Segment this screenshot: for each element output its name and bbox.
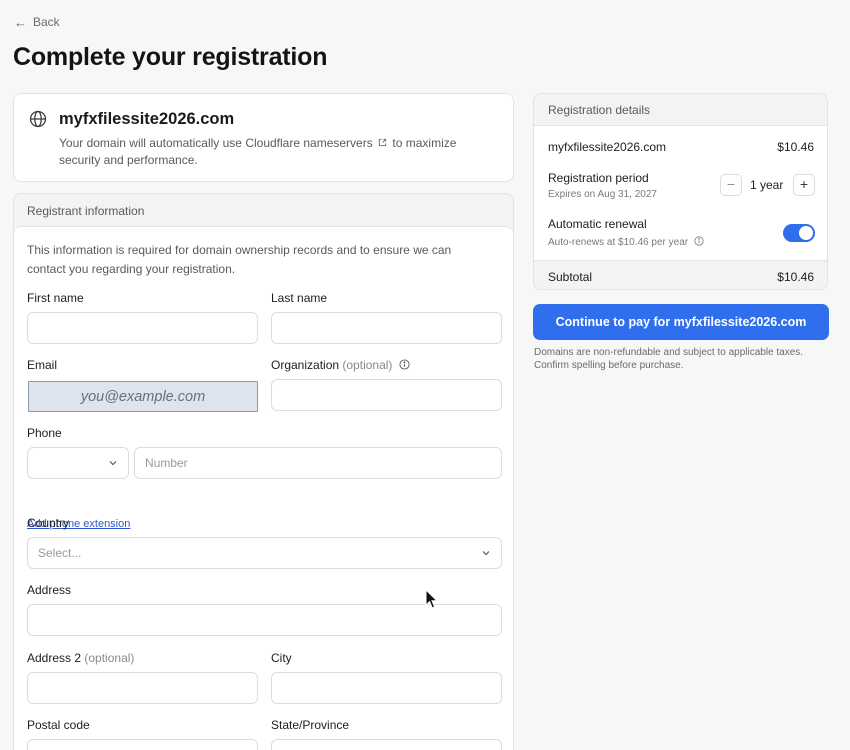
- email-label: Email: [27, 358, 58, 372]
- registrant-form: This information is required for domain …: [14, 226, 513, 750]
- expires-text: Expires on Aug 31, 2027: [548, 189, 657, 200]
- mouse-cursor-icon: [425, 589, 439, 609]
- decrease-period-button[interactable]: −: [720, 174, 742, 196]
- domain-card: myfxfilessite2026.com Your domain will a…: [13, 93, 514, 182]
- city-input[interactable]: [271, 672, 502, 704]
- details-body: myfxfilessite2026.com $10.46 Registratio…: [534, 125, 827, 261]
- organization-input[interactable]: [271, 379, 502, 411]
- domain-description: Your domain will automatically use Cloud…: [59, 135, 489, 169]
- globe-icon: [29, 110, 47, 128]
- state-input[interactable]: [271, 739, 502, 750]
- postal-code-input[interactable]: [27, 739, 258, 750]
- continue-to-pay-button[interactable]: Continue to pay for myfxfilessite2026.co…: [533, 304, 829, 340]
- country-label: Country: [27, 516, 70, 530]
- first-name-label: First name: [27, 291, 84, 305]
- auto-renewal-toggle[interactable]: [783, 224, 815, 242]
- registration-period-label: Registration period: [548, 171, 649, 185]
- subtotal-label: Subtotal: [548, 270, 593, 284]
- country-select[interactable]: Select...: [27, 537, 502, 569]
- address2-label: Address 2 (optional): [27, 651, 134, 665]
- info-icon[interactable]: [399, 359, 410, 370]
- disclaimer-text: Domains are non-refundable and subject t…: [534, 347, 804, 371]
- back-label: Back: [33, 15, 60, 29]
- email-input[interactable]: [28, 381, 258, 412]
- first-name-input[interactable]: [27, 312, 258, 344]
- registration-details-card: Registration details myfxfilessite2026.c…: [533, 93, 828, 290]
- subtotal-value: $10.46: [777, 270, 814, 284]
- chevron-down-icon: [482, 551, 490, 556]
- auto-renewal-label: Automatic renewal: [548, 217, 647, 231]
- phone-label: Phone: [27, 426, 62, 440]
- address-label: Address: [27, 583, 72, 597]
- postal-code-label: Postal code: [27, 718, 90, 732]
- details-header: Registration details: [548, 103, 651, 117]
- chevron-down-icon: [109, 461, 117, 466]
- registrant-description: This information is required for domain …: [27, 243, 452, 276]
- optional-tag: (optional): [342, 358, 393, 372]
- address2-input[interactable]: [27, 672, 258, 704]
- auto-renewal-sub-text: Auto-renews at $10.46 per year: [548, 237, 689, 248]
- last-name-input[interactable]: [271, 312, 502, 344]
- organization-label: Organization (optional): [271, 358, 410, 372]
- period-value: 1 year: [750, 178, 784, 192]
- external-link-icon[interactable]: [378, 138, 387, 147]
- page-title: Complete your registration: [13, 43, 328, 71]
- country-placeholder: Select...: [38, 546, 82, 560]
- domain-desc-start: Your domain will automatically use Cloud…: [59, 136, 373, 150]
- back-link[interactable]: ← Back: [14, 15, 60, 29]
- toggle-knob: [799, 226, 813, 240]
- arrow-left-icon: ←: [14, 14, 27, 30]
- domain-name: myfxfilessite2026.com: [59, 110, 235, 128]
- auto-renewal-sub: Auto-renews at $10.46 per year: [548, 236, 704, 248]
- organization-label-text: Organization: [271, 358, 340, 372]
- phone-number-input[interactable]: [134, 447, 502, 479]
- phone-country-code-select[interactable]: [27, 447, 129, 479]
- state-label: State/Province: [271, 718, 350, 732]
- city-label: City: [271, 651, 292, 665]
- registrant-card: Registrant information This information …: [13, 193, 514, 750]
- increase-period-button[interactable]: +: [793, 174, 815, 196]
- address2-label-text: Address 2: [27, 651, 82, 665]
- last-name-label: Last name: [271, 291, 328, 305]
- info-icon[interactable]: [694, 236, 704, 246]
- optional-tag: (optional): [84, 651, 135, 665]
- registration-page: ← Back Complete your registration myfxfi…: [0, 0, 850, 750]
- details-domain: myfxfilessite2026.com: [548, 140, 667, 154]
- registrant-header: Registrant information: [27, 204, 145, 218]
- details-price: $10.46: [777, 140, 814, 154]
